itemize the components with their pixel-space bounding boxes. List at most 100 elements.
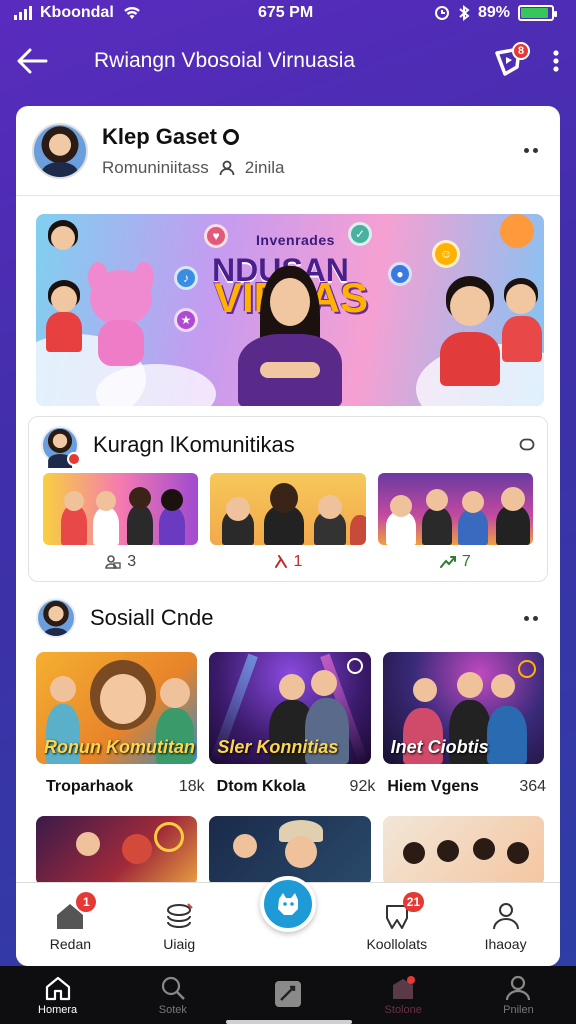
store-icon	[393, 975, 416, 999]
social-grid: Ronun Komutitan Sler Konnitias Inet Ciob…	[36, 652, 544, 764]
tab-label: Ihaoay	[484, 936, 527, 952]
featured-banner[interactable]: ♪ ★ ♥ ✓ ● ☺ Invenrades NDUSAN VIRLAS	[36, 214, 544, 406]
community-count: 1	[293, 553, 303, 570]
nav-label: Pnilen	[503, 1003, 534, 1016]
banner-emoji	[500, 214, 534, 248]
bubble-icon: ✓	[348, 222, 372, 246]
social-card-label: Dtom Kkola 92k	[217, 778, 376, 796]
alarm-icon	[434, 6, 449, 20]
community-stat: 3	[43, 553, 198, 571]
group-more-button[interactable]	[518, 142, 544, 159]
social-card-name: Hiem Vgens	[387, 778, 479, 795]
page-title: Rwiangn Vbosoial Virnuasia	[94, 49, 356, 72]
home-icon	[45, 976, 70, 1000]
community-thumb[interactable]	[43, 473, 199, 545]
community-stat: 1	[210, 553, 365, 571]
stack-icon	[167, 903, 193, 928]
social-more-button[interactable]	[518, 610, 544, 627]
social-card[interactable]: Inet Ciobtis	[382, 652, 544, 764]
nav-label: Homera	[38, 1003, 78, 1016]
tab-chat[interactable]: Uiaig	[125, 902, 234, 952]
social-card-stat: 18k	[178, 778, 205, 795]
tab-badge: 21	[402, 892, 425, 912]
nav-store[interactable]: Stolone	[346, 975, 461, 1016]
community-count: 3	[127, 553, 137, 570]
bubble-icon: ☺	[432, 240, 460, 268]
fire-icon	[274, 555, 287, 568]
social-card-stat: 92k	[349, 778, 376, 795]
bubble-icon: ♪	[174, 266, 198, 290]
arrow-left-icon	[17, 48, 48, 74]
search-icon	[161, 976, 185, 1000]
group-name: Klep Gaset	[102, 123, 217, 149]
social-section-header: Sosiall Cnde	[16, 590, 560, 646]
bubble-icon: ●	[388, 262, 412, 286]
bubble-icon: ★	[174, 308, 198, 332]
banner-kid-left	[42, 278, 86, 358]
social-card[interactable]: Ronun Komutitan	[36, 652, 198, 764]
nav-profile[interactable]: Pnilen	[461, 975, 576, 1016]
chat-icon[interactable]	[519, 437, 535, 453]
social-card[interactable]: Sler Konnitias	[209, 652, 371, 764]
community-stat: 7	[378, 553, 533, 571]
group-header: Klep Gaset Romuniniitass 2inila	[16, 106, 560, 196]
trend-icon	[439, 556, 456, 568]
ring-icon	[222, 128, 239, 145]
tab-label: Uiaig	[163, 936, 196, 952]
community-thumb[interactable]	[377, 473, 533, 545]
tab-profile[interactable]: Ihaoay	[451, 902, 560, 952]
nav-label: Stolone	[384, 1003, 422, 1016]
pink-mascot	[84, 262, 158, 366]
nav-edit[interactable]	[230, 980, 345, 1011]
video-notifications-button[interactable]: 8	[482, 34, 536, 88]
create-fab-button[interactable]	[260, 876, 316, 932]
social-card-name: Dtom Kkola	[216, 778, 306, 795]
bluetooth-icon	[459, 5, 470, 21]
notification-badge: 8	[512, 42, 530, 60]
nav-search[interactable]: Sotek	[115, 975, 230, 1016]
battery-icon	[518, 5, 557, 21]
community-count: 7	[461, 553, 471, 570]
group-avatar[interactable]	[32, 122, 88, 179]
status-dot	[67, 452, 81, 466]
back-button[interactable]	[0, 28, 64, 94]
social-card[interactable]	[382, 816, 544, 886]
group-name-row: Klep Gaset	[102, 124, 518, 150]
social-card[interactable]	[36, 816, 198, 886]
tab-home[interactable]: 1 Redan	[16, 892, 125, 952]
nav-label: Sotek	[158, 1003, 187, 1016]
community-avatar[interactable]	[41, 426, 81, 468]
tab-label: Koollolats	[366, 936, 428, 952]
social-card-name: Troparhaok	[46, 778, 134, 795]
social-card-label: Troparhaok 18k	[46, 778, 205, 796]
banner-host	[230, 266, 350, 406]
bottom-nav: Homera Sotek Stolone Pnilen	[0, 966, 576, 1024]
home-indicator[interactable]	[226, 1020, 352, 1024]
member-count: 2inila	[244, 157, 285, 177]
bubble-icon: ♥	[204, 224, 228, 248]
user-icon	[492, 903, 519, 930]
tab-collections[interactable]: 21 Koollolats	[342, 892, 451, 952]
social-card-stat: 364	[519, 778, 547, 795]
tab-badge: 1	[76, 892, 97, 912]
more-vertical-icon	[553, 50, 559, 72]
social-card-labels: Troparhaok 18k Dtom Kkola 92k Hiem Vgens…	[46, 778, 546, 796]
battery-percent: 89%	[477, 4, 510, 21]
edit-icon	[275, 980, 301, 1007]
social-avatar[interactable]	[36, 598, 76, 638]
clock: 675 PM	[258, 4, 314, 21]
profile-icon	[506, 975, 531, 1000]
wifi-icon	[123, 6, 140, 19]
status-bar: Kboondal 675 PM 89%	[0, 0, 576, 26]
signal-icon	[14, 6, 32, 20]
banner-kid-far-right	[498, 278, 544, 368]
mascot-icon	[278, 893, 298, 915]
community-thumb[interactable]	[210, 473, 366, 545]
social-card-overlay: Sler Konnitias	[217, 737, 339, 757]
nav-home[interactable]: Homera	[0, 975, 115, 1016]
tab-label: Redan	[49, 936, 92, 952]
members-icon	[219, 160, 235, 175]
more-options-button[interactable]	[536, 34, 576, 88]
group-subtitle-row: Romuniniitass 2inila	[102, 158, 518, 178]
community-title: Kuragn lKomunitikas	[93, 432, 295, 457]
